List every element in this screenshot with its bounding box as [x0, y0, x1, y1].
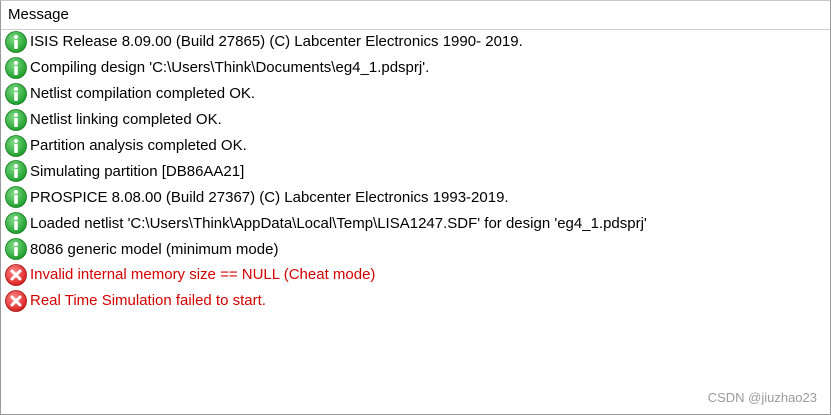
- info-icon: [5, 31, 27, 53]
- message-row[interactable]: Invalid internal memory size == NULL (Ch…: [5, 262, 830, 288]
- message-row[interactable]: 8086 generic model (minimum mode): [5, 236, 830, 262]
- error-icon: [5, 289, 27, 312]
- message-row[interactable]: Loaded netlist 'C:\Users\Think\AppData\L…: [5, 210, 830, 236]
- message-row[interactable]: Netlist linking completed OK.: [5, 107, 830, 133]
- message-column-title: Message: [8, 6, 69, 23]
- message-text: Partition analysis completed OK.: [30, 137, 247, 154]
- message-text: Netlist compilation completed OK.: [30, 85, 256, 103]
- watermark: CSDN @jiuzhao23: [707, 390, 817, 405]
- message-row[interactable]: Compiling design 'C:\Users\Think\Documen…: [5, 55, 830, 81]
- message-column-header[interactable]: Message: [1, 1, 830, 30]
- message-row[interactable]: Simulating partition [DB86AA21]: [5, 158, 830, 184]
- message-list[interactable]: ISIS Release 8.09.00 (Build 27865) (C) L…: [5, 29, 830, 314]
- info-icon: [5, 56, 27, 79]
- message-text: Simulating partition [DB86AA21]: [30, 162, 245, 180]
- message-row[interactable]: Real Time Simulation failed to start.: [5, 288, 830, 314]
- info-icon: [5, 82, 27, 105]
- message-text: Netlist linking completed OK.: [30, 111, 222, 129]
- message-text: Real Time Simulation failed to start.: [30, 292, 266, 310]
- info-icon: [5, 186, 27, 209]
- info-icon: [5, 134, 27, 157]
- error-icon: [5, 264, 27, 286]
- message-row[interactable]: PROSPICE 8.08.00 (Build 27367) (C) Labce…: [5, 184, 830, 210]
- message-panel: Message ISIS Release 8.09.00 (Build 2786…: [0, 0, 831, 415]
- message-row[interactable]: Partition analysis completed OK.: [5, 133, 830, 159]
- message-text: Loaded netlist 'C:\Users\Think\AppData\L…: [30, 214, 647, 232]
- message-text: 8086 generic model (minimum mode): [30, 240, 279, 258]
- info-icon: [5, 238, 27, 260]
- message-text: Invalid internal memory size == NULL (Ch…: [30, 266, 376, 284]
- message-text: Compiling design 'C:\Users\Think\Documen…: [30, 59, 430, 77]
- info-icon: [5, 212, 27, 235]
- info-icon: [5, 108, 27, 131]
- message-row[interactable]: Netlist compilation completed OK.: [5, 81, 830, 107]
- message-text: ISIS Release 8.09.00 (Build 27865) (C) L…: [30, 33, 523, 51]
- message-row[interactable]: ISIS Release 8.09.00 (Build 27865) (C) L…: [5, 29, 830, 55]
- message-text: PROSPICE 8.08.00 (Build 27367) (C) Labce…: [30, 188, 509, 206]
- info-icon: [5, 160, 27, 183]
